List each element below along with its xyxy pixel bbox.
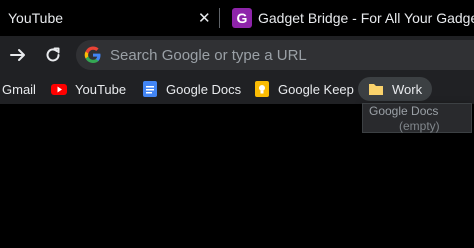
toolbar: Search Google or type a URL <box>0 36 474 74</box>
bookmark-folder-work[interactable]: Work <box>358 77 433 101</box>
bookmarks-bar: Gmail YouTube Google Docs Google Keep Wo… <box>0 74 474 104</box>
gadget-bridge-favicon-icon: G <box>232 8 252 28</box>
bookmark-gmail[interactable]: Gmail <box>2 77 36 101</box>
tab-youtube[interactable]: YouTube ✕ <box>0 0 218 36</box>
forward-button[interactable] <box>5 42 31 68</box>
google-docs-icon <box>142 81 158 97</box>
tab-separator <box>219 8 220 28</box>
reload-icon <box>46 47 60 62</box>
tab-title: Gadget Bridge - For All Your Gadget Need… <box>258 10 474 26</box>
bookmark-google-keep[interactable]: Google Keep <box>254 77 354 101</box>
close-icon[interactable]: ✕ <box>198 9 211 27</box>
youtube-icon <box>51 81 67 97</box>
search-input[interactable]: Search Google or type a URL <box>110 47 307 64</box>
google-keep-icon <box>254 81 270 97</box>
folder-empty-label: (empty) <box>399 119 440 133</box>
google-g-icon <box>84 46 101 63</box>
reload-button[interactable] <box>40 42 66 68</box>
tab-gadget-bridge[interactable]: G Gadget Bridge - For All Your Gadget Ne… <box>222 0 474 36</box>
bookmark-youtube[interactable]: YouTube <box>51 77 126 101</box>
tab-strip: YouTube ✕ G Gadget Bridge - For All Your… <box>0 0 474 36</box>
bookmark-label: Google Keep <box>278 81 354 97</box>
bookmark-label: Work <box>392 81 423 97</box>
favicon-letter: G <box>236 10 248 26</box>
arrow-right-icon <box>10 49 25 61</box>
bookmark-label: Gmail <box>2 81 36 97</box>
tab-title: YouTube <box>8 10 64 26</box>
folder-menu-item[interactable]: Google Docs <box>369 104 438 118</box>
bookmark-folder-menu: Google Docs (empty) <box>362 103 472 133</box>
bookmark-label: YouTube <box>75 81 127 97</box>
omnibox[interactable]: Search Google or type a URL <box>76 40 474 70</box>
folder-icon <box>368 81 384 97</box>
bookmark-google-docs[interactable]: Google Docs <box>142 77 241 101</box>
bookmark-label: Google Docs <box>166 81 242 97</box>
